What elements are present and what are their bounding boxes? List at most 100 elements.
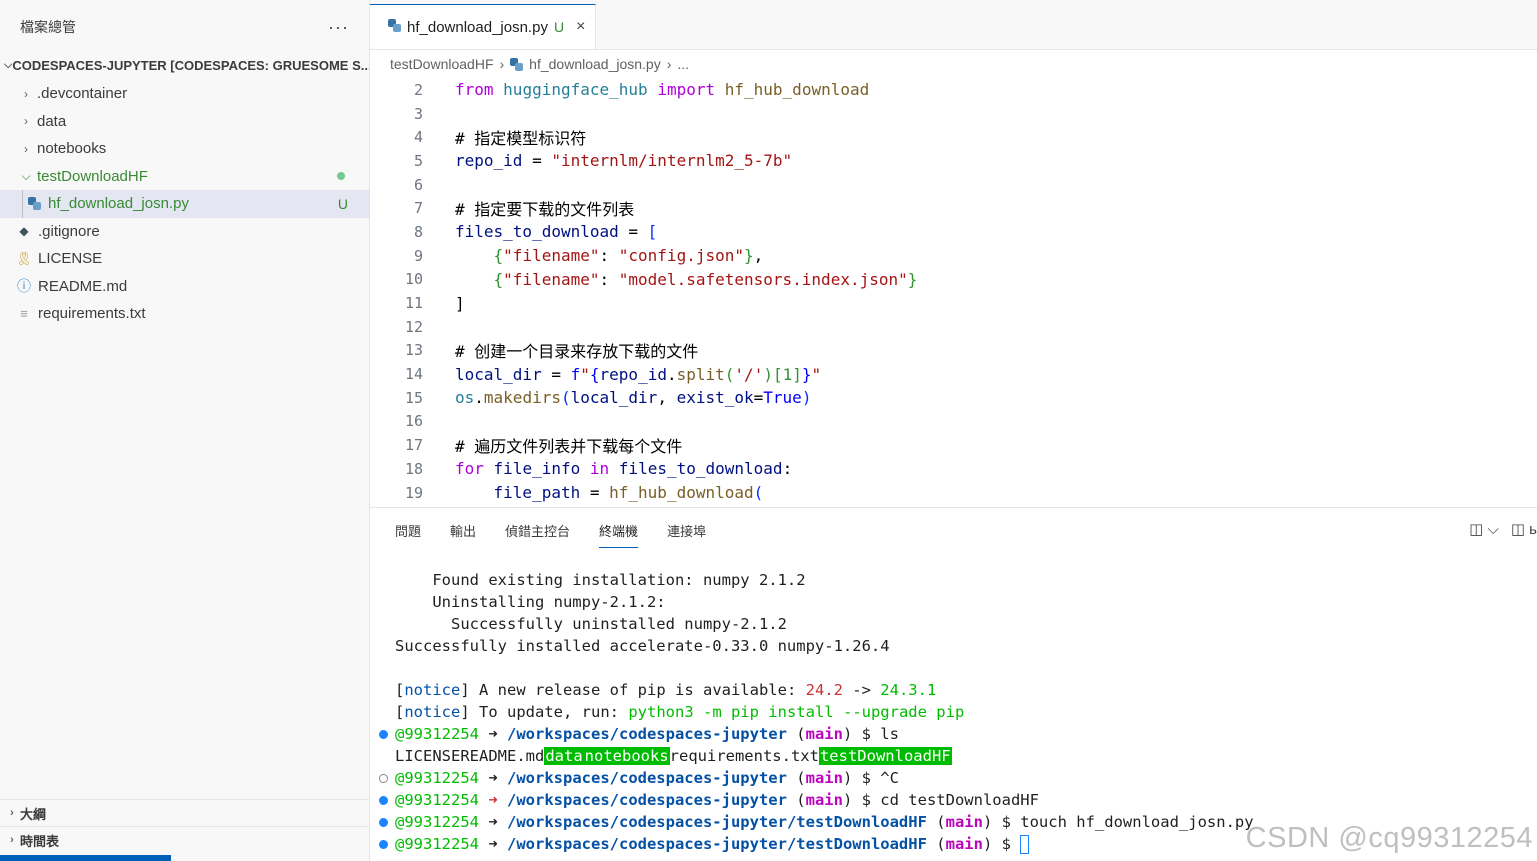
tree-item-label: notebooks — [37, 140, 107, 158]
code-line: 5 repo_id = "internlm/internlm2_5-7b" — [370, 149, 1537, 173]
line-number: 3 — [413, 104, 423, 123]
workspace-section-header[interactable]: ⌵ CODESPACES-JUPYTER [CODESPACES: GRUESO… — [0, 54, 369, 76]
file-tree: › .devcontainer › data › notebooks ⌵ tes… — [0, 80, 369, 328]
line-number: 8 — [413, 222, 423, 241]
chevron-right-icon: › — [666, 56, 672, 72]
breadcrumb-more[interactable]: ... — [677, 56, 689, 72]
breadcrumb-folder[interactable]: testDownloadHF — [390, 56, 494, 72]
command-success-dot-icon[interactable] — [379, 796, 388, 805]
terminal-output[interactable]: Found existing installation: numpy 2.1.2… — [370, 552, 1537, 855]
line-number: 9 — [413, 246, 423, 265]
code-line: 14 local_dir = f"{repo_id.split('/')[1]}" — [370, 362, 1537, 386]
line-number: 10 — [404, 270, 423, 289]
tree-item-label: testDownloadHF — [37, 167, 148, 185]
line-number: 19 — [404, 483, 423, 502]
tab-label: hf_download_josn.py — [407, 18, 548, 36]
tree-folder-testdownloadhf[interactable]: ⌵ testDownloadHF — [0, 163, 369, 191]
command-success-dot-icon[interactable] — [379, 818, 388, 827]
chevron-down-icon: ⌵ — [4, 58, 13, 71]
outline-section-header[interactable]: › 大綱 — [0, 799, 369, 826]
code-line: 11] — [370, 291, 1537, 315]
tree-file-hf-download-josn[interactable]: hf_download_josn.py U — [0, 190, 369, 218]
explorer-sidebar: 檔案總管 ··· ⌵ CODESPACES-JUPYTER [CODESPACE… — [0, 0, 370, 861]
terminal-line: LICENSE README.md data notebooks require… — [395, 747, 952, 765]
python-file-icon — [388, 18, 401, 36]
command-success-dot-icon[interactable] — [379, 840, 388, 849]
info-icon: ⓘ — [17, 278, 31, 295]
indent-guide — [22, 190, 23, 218]
breadcrumb-file[interactable]: hf_download_josn.py — [529, 56, 661, 72]
code-line: 6 — [370, 173, 1537, 197]
tab-hf-download-josn[interactable]: hf_download_josn.py U × — [370, 4, 597, 49]
tree-item-label: hf_download_josn.py — [48, 195, 189, 213]
tree-item-label: .gitignore — [38, 222, 100, 240]
code-line: 8 files_to_download = [ — [370, 220, 1537, 244]
line-number: 14 — [404, 365, 423, 384]
tree-file-requirements[interactable]: ≡ requirements.txt — [0, 300, 369, 328]
terminal-line: Successfully uninstalled numpy-2.1.2 — [395, 615, 787, 633]
command-success-dot-icon[interactable] — [379, 730, 388, 739]
tab-output[interactable]: 輸出 — [450, 517, 476, 544]
tree-file-readme[interactable]: ⓘ README.md — [0, 273, 369, 301]
python-file-icon — [26, 196, 42, 212]
tab-problems[interactable]: 問題 — [395, 517, 421, 544]
editor-area: hf_download_josn.py U × testDownloadHF ›… — [370, 0, 1537, 507]
tree-file-gitignore[interactable]: ◆ .gitignore — [0, 218, 369, 246]
line-number: 11 — [404, 294, 423, 313]
tree-item-label: README.md — [38, 277, 128, 295]
code-line: 9 {"filename": "config.json"}, — [370, 244, 1537, 268]
code-line: 10 {"filename": "model.safetensors.index… — [370, 268, 1537, 292]
remote-status-indicator[interactable] — [0, 855, 171, 861]
code-line: 13 # 创建一个目录来存放下载的文件 — [370, 339, 1537, 363]
tab-ports[interactable]: 連接埠 — [667, 517, 706, 544]
terminal-line: [notice] To update, run: python3 -m pip … — [395, 703, 965, 721]
chevron-right-icon: › — [10, 834, 14, 846]
code-line: 19 file_path = hf_hub_download( — [370, 481, 1537, 505]
terminal-line: Found existing installation: numpy 2.1.2 — [395, 571, 806, 589]
chevron-right-icon: › — [499, 56, 505, 72]
code-line: 7 # 指定要下载的文件列表 — [370, 196, 1537, 220]
layout-panel-icon[interactable]: ◫ ь — [1511, 520, 1537, 538]
terminal-line: @99312254 ➜ /workspaces/codespaces-jupyt… — [370, 723, 1537, 745]
git-diamond-icon: ◆ — [19, 224, 29, 239]
tree-folder-notebooks[interactable]: › notebooks — [0, 135, 369, 163]
terminal-line: @99312254 ➜ /workspaces/codespaces-jupyt… — [370, 789, 1537, 811]
sidebar-bottom-sections: › 大綱 › 時間表 — [0, 799, 369, 853]
line-number: 2 — [413, 80, 423, 99]
tab-debug-console[interactable]: 偵錯主控台 — [505, 517, 570, 544]
close-icon[interactable]: × — [576, 18, 585, 36]
git-untracked-badge: U — [553, 19, 565, 35]
outline-title: 大綱 — [20, 806, 47, 822]
tree-item-label: requirements.txt — [38, 305, 146, 323]
tree-file-license[interactable]: 🎗 LICENSE — [0, 245, 369, 273]
line-number: 16 — [404, 412, 423, 431]
more-actions-button[interactable]: ··· — [328, 17, 349, 38]
code-line: 17 # 遍历文件列表并下载每个文件 — [370, 433, 1537, 457]
chevron-right-icon: › — [10, 807, 14, 819]
git-untracked-badge: U — [337, 195, 348, 212]
code-line: 4 # 指定模型标识符 — [370, 125, 1537, 149]
tree-item-label: .devcontainer — [37, 85, 128, 103]
timeline-title: 時間表 — [20, 833, 60, 849]
split-terminal-icon[interactable]: ◫ ⌵ — [1469, 520, 1499, 538]
tree-item-label: LICENSE — [38, 250, 103, 268]
code-line: 12 — [370, 315, 1537, 339]
command-neutral-dot-icon[interactable] — [379, 774, 388, 783]
code-line: 18 for file_info in files_to_download: — [370, 457, 1537, 481]
chevron-down-icon: ⌵ — [21, 168, 31, 183]
line-number: 13 — [404, 341, 423, 360]
code-editor[interactable]: 2 from huggingface_hub import hf_hub_down… — [370, 78, 1537, 507]
explorer-header: 檔案總管 ··· — [0, 0, 369, 54]
license-ribbon-icon: 🎗 — [15, 250, 33, 266]
line-number: 12 — [404, 317, 423, 336]
tab-terminal[interactable]: 終端機 — [599, 517, 639, 548]
tree-folder-devcontainer[interactable]: › .devcontainer — [0, 80, 369, 108]
timeline-section-header[interactable]: › 時間表 — [0, 826, 369, 853]
tree-folder-data[interactable]: › data — [0, 108, 369, 136]
workspace-title: CODESPACES-JUPYTER [CODESPACES: GRUESOME… — [12, 57, 369, 73]
terminal-line: [notice] A new release of pip is availab… — [395, 681, 937, 699]
line-number: 4 — [413, 128, 423, 147]
code-line: 3 — [370, 102, 1537, 126]
code-line: 2 from huggingface_hub import hf_hub_down… — [370, 78, 1537, 102]
